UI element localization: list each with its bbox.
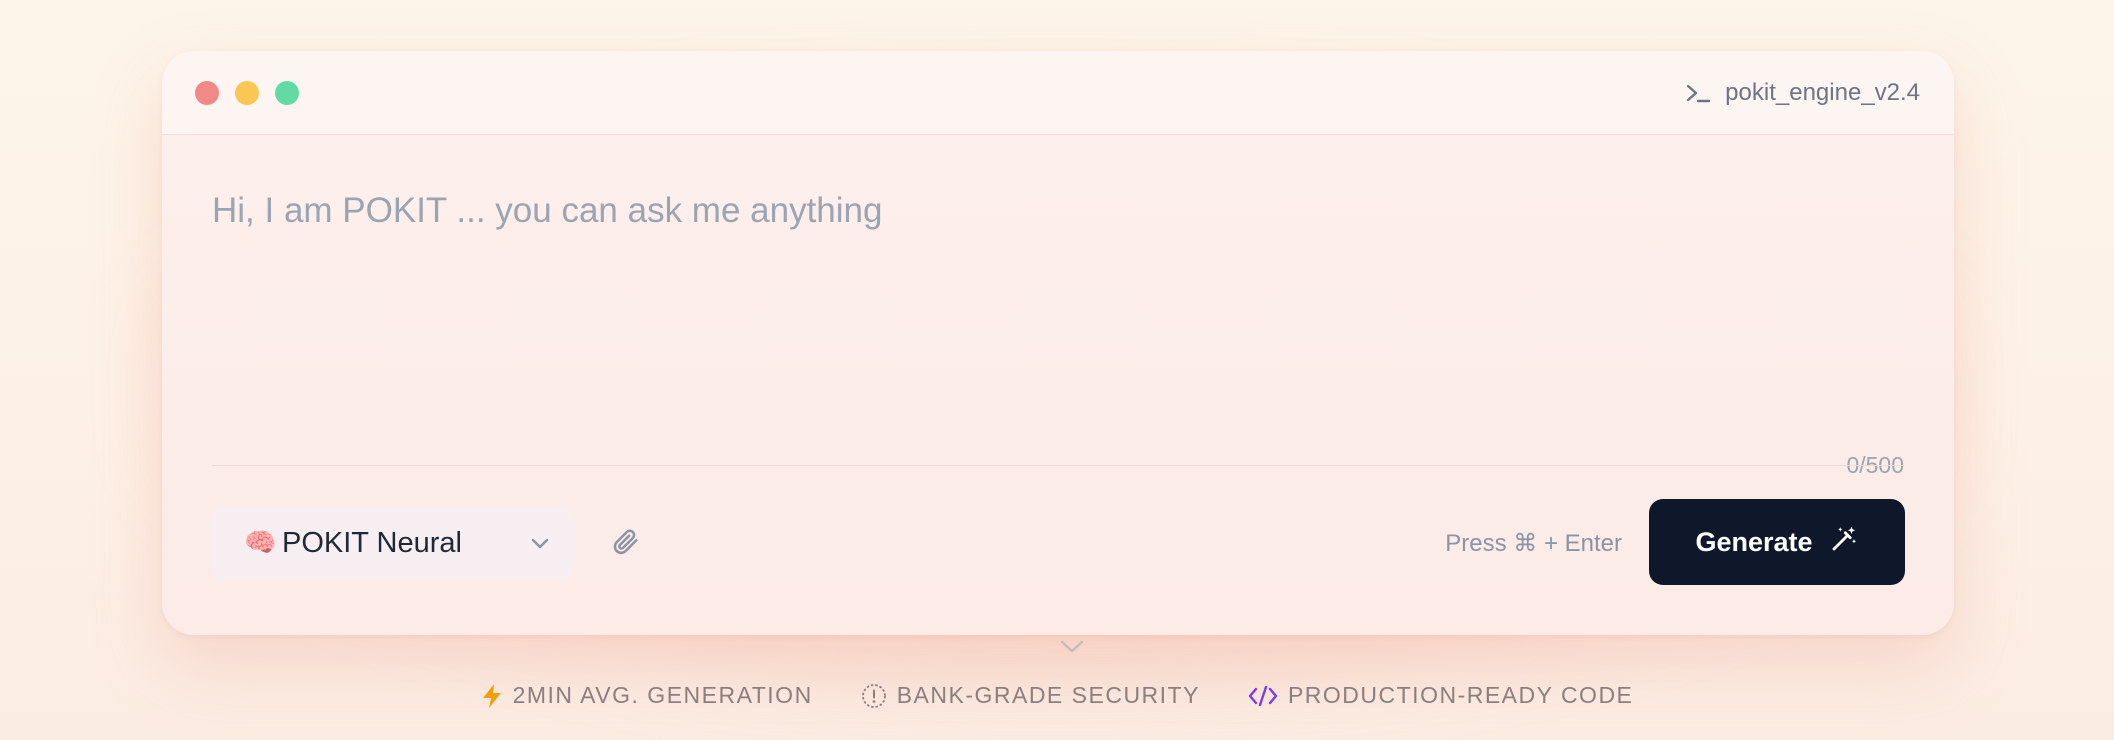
- code-icon: [1248, 684, 1278, 708]
- model-select-dropdown[interactable]: 🧠 POKIT Neural: [212, 507, 576, 579]
- prompt-window: pokit_engine_v2.4 0/500 🧠 POKIT Neural P…: [162, 51, 1954, 635]
- generate-button[interactable]: Generate: [1649, 499, 1905, 585]
- prompt-input[interactable]: [212, 191, 1902, 431]
- paperclip-icon: [610, 526, 640, 561]
- magic-wand-icon: [1829, 524, 1859, 561]
- scroll-down-chevron-icon[interactable]: [1058, 638, 1086, 661]
- feature-strip: 2MIN AVG. GENERATION BANK-GRADE SECURITY…: [0, 682, 2114, 709]
- feature-label: BANK-GRADE SECURITY: [896, 682, 1200, 708]
- feature-label: 2MIN AVG. GENERATION: [512, 682, 813, 708]
- input-divider: [212, 465, 1904, 466]
- attach-file-button[interactable]: [608, 526, 642, 560]
- lightning-icon: [481, 683, 503, 709]
- feature-label: PRODUCTION-READY CODE: [1287, 682, 1634, 708]
- feature-item: 2MIN AVG. GENERATION: [481, 682, 813, 709]
- feature-item: PRODUCTION-READY CODE: [1248, 682, 1633, 709]
- chevron-down-icon: [528, 531, 552, 555]
- model-select-label: POKIT Neural: [282, 526, 462, 559]
- close-window-dot[interactable]: [195, 81, 219, 105]
- generate-button-label: Generate: [1695, 526, 1813, 557]
- minimize-window-dot[interactable]: [235, 81, 259, 105]
- brain-icon: 🧠: [244, 528, 277, 558]
- keyboard-shortcut-hint: Press ⌘ + Enter: [1445, 530, 1622, 557]
- engine-version-text: pokit_engine_v2.4: [1725, 79, 1920, 106]
- feature-item: BANK-GRADE SECURITY: [861, 682, 1200, 709]
- info-circle-icon: [861, 683, 887, 709]
- window-titlebar: pokit_engine_v2.4: [162, 51, 1954, 135]
- maximize-window-dot[interactable]: [275, 81, 299, 105]
- engine-label: pokit_engine_v2.4: [1685, 78, 1920, 108]
- terminal-icon: [1685, 82, 1711, 104]
